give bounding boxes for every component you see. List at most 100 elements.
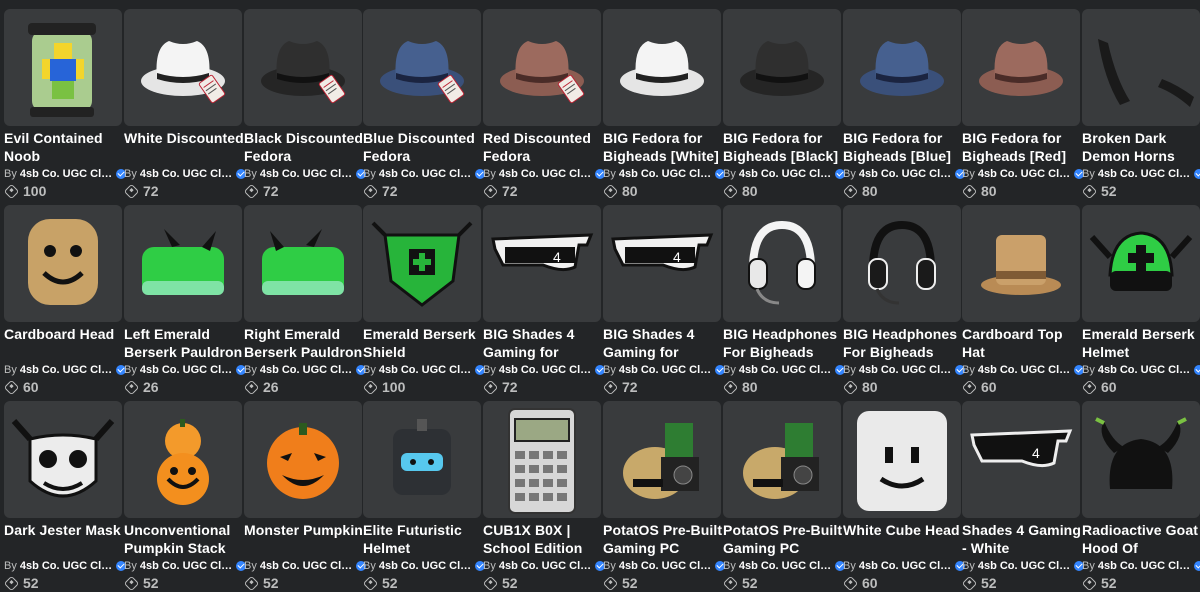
item-card[interactable]: Emerald Berserk Helmet By 4sb Co. UGC Clot… xyxy=(1081,196,1200,395)
item-thumbnail[interactable] xyxy=(4,9,122,126)
item-creator[interactable]: By4sb Co. UGC Clothing xyxy=(603,167,725,181)
item-card[interactable]: PotatOS Pre-Built Gaming PC By 4sb Co. UGC… xyxy=(722,392,845,591)
item-creator[interactable]: By4sb Co. UGC Clothing xyxy=(843,167,965,181)
item-thumbnail[interactable] xyxy=(483,9,601,126)
item-thumbnail[interactable] xyxy=(124,401,242,518)
item-creator[interactable]: By4sb Co. UGC Clothing xyxy=(124,559,246,573)
item-card[interactable]: Red Discounted Fedora By4sb Co. UGC Cloth… xyxy=(482,0,605,199)
item-creator[interactable]: By4sb Co. UGC Clothing xyxy=(363,363,485,377)
item-name[interactable]: Emerald Berserk Shield xyxy=(363,325,485,361)
item-thumbnail[interactable] xyxy=(843,205,961,322)
creator-name[interactable]: 4sb Co. UGC Clothing xyxy=(499,363,593,377)
item-creator[interactable]: By4sb Co. UGC Clothing xyxy=(1082,167,1200,181)
item-thumbnail[interactable] xyxy=(1082,401,1200,518)
creator-name[interactable]: 4sb Co. UGC Clothing xyxy=(1098,167,1192,181)
item-creator[interactable]: By4sb Co. UGC Clothing xyxy=(483,167,605,181)
item-card[interactable]: Radioactive Goat Hood Of By 4sb Co. UGC Cl… xyxy=(1081,392,1200,591)
creator-name[interactable]: 4sb Co. UGC Clothing xyxy=(859,559,953,573)
creator-name[interactable]: 4sb Co. UGC Clothing xyxy=(20,559,114,573)
item-thumbnail[interactable] xyxy=(1082,9,1200,126)
item-creator[interactable]: By4sb Co. UGC Clothing xyxy=(4,167,126,181)
item-name[interactable]: Emerald Berserk Helmet xyxy=(1082,325,1200,361)
item-card[interactable]: Emerald Berserk Shield By 4sb Co. UGC Clot… xyxy=(362,196,485,395)
item-thumbnail[interactable] xyxy=(244,9,362,126)
item-creator[interactable]: By4sb Co. UGC Clothing xyxy=(723,363,845,377)
item-creator[interactable]: By4sb Co. UGC Clothing xyxy=(603,559,725,573)
item-thumbnail[interactable] xyxy=(124,205,242,322)
creator-name[interactable]: 4sb Co. UGC Clothing xyxy=(859,363,953,377)
item-thumbnail[interactable] xyxy=(363,9,481,126)
item-name[interactable]: Right Emerald Berserk Pauldron xyxy=(244,325,366,361)
item-creator[interactable]: By4sb Co. UGC Clothing xyxy=(843,559,965,573)
item-creator[interactable]: By4sb Co. UGC Clothing xyxy=(962,167,1084,181)
item-creator[interactable]: By4sb Co. UGC Clothing xyxy=(483,363,605,377)
item-thumbnail[interactable] xyxy=(124,9,242,126)
creator-name[interactable]: 4sb Co. UGC Clothing xyxy=(619,363,713,377)
item-creator[interactable]: By4sb Co. UGC Clothing xyxy=(363,167,485,181)
item-creator[interactable]: By4sb Co. UGC Clothing xyxy=(363,559,485,573)
item-card[interactable]: BIG Fedora for Bigheads [White] By 4sb Co.… xyxy=(602,0,725,199)
item-thumbnail[interactable] xyxy=(363,205,481,322)
item-card[interactable]: Elite Futuristic Helmet By 4sb Co. UGC Clo… xyxy=(362,392,485,591)
creator-name[interactable]: 4sb Co. UGC Clothing xyxy=(20,167,114,181)
item-name[interactable]: BIG Headphones For Bigheads xyxy=(843,325,965,361)
item-creator[interactable]: By4sb Co. UGC Clothing xyxy=(483,559,605,573)
item-card[interactable]: BIG Fedora for Bigheads [Red] By 4sb Co. U… xyxy=(961,0,1084,199)
item-name[interactable]: Unconventional Pumpkin Stack xyxy=(124,521,246,557)
creator-name[interactable]: 4sb Co. UGC Clothing xyxy=(140,363,234,377)
item-name[interactable]: PotatOS Pre-Built Gaming PC xyxy=(723,521,845,557)
item-name[interactable]: BIG Shades 4 Gaming for xyxy=(603,325,725,361)
item-thumbnail[interactable] xyxy=(723,9,841,126)
item-creator[interactable]: By4sb Co. UGC Clothing xyxy=(962,559,1084,573)
creator-name[interactable]: 4sb Co. UGC Clothing xyxy=(1098,559,1192,573)
creator-name[interactable]: 4sb Co. UGC Clothing xyxy=(20,363,114,377)
item-thumbnail[interactable] xyxy=(244,205,362,322)
item-card[interactable]: Dark Jester Mask By4sb Co. UGC Clothing 52 xyxy=(3,392,126,591)
item-name[interactable]: White Discounted xyxy=(124,129,246,165)
creator-name[interactable]: 4sb Co. UGC Clothing xyxy=(140,167,234,181)
item-name[interactable]: BIG Fedora for Bigheads [Blue] xyxy=(843,129,965,165)
item-creator[interactable]: By4sb Co. UGC Clothing xyxy=(603,363,725,377)
creator-name[interactable]: 4sb Co. UGC Clothing xyxy=(260,167,354,181)
item-name[interactable]: Evil Contained Noob xyxy=(4,129,126,165)
creator-name[interactable]: 4sb Co. UGC Clothing xyxy=(739,167,833,181)
item-card[interactable]: Blue Discounted Fedora By 4sb Co. UGC Clot… xyxy=(362,0,485,199)
item-thumbnail[interactable] xyxy=(603,401,721,518)
creator-name[interactable]: 4sb Co. UGC Clothing xyxy=(379,559,473,573)
item-card[interactable]: Unconventional Pumpkin Stack By 4sb Co. UG… xyxy=(123,392,246,591)
creator-name[interactable]: 4sb Co. UGC Clothing xyxy=(499,559,593,573)
item-card[interactable]: 4 Shades 4 Gaming - White By 4sb Co. UGC Cl… xyxy=(961,392,1084,591)
item-creator[interactable]: By4sb Co. UGC Clothing xyxy=(843,363,965,377)
item-card[interactable]: White DiscountedBy4sb Co. UGC Clothing72 xyxy=(123,0,246,199)
item-name[interactable]: Cardboard Head xyxy=(4,325,126,361)
item-card[interactable]: Broken Dark Demon Horns By 4sb Co. UGC Clo… xyxy=(1081,0,1200,199)
creator-name[interactable]: 4sb Co. UGC Clothing xyxy=(1098,363,1192,377)
item-thumbnail[interactable] xyxy=(962,205,1080,322)
item-thumbnail[interactable] xyxy=(1082,205,1200,322)
item-name[interactable]: Blue Discounted Fedora xyxy=(363,129,485,165)
item-card[interactable]: BIG Fedora for Bigheads [Black] By 4sb Co.… xyxy=(722,0,845,199)
creator-name[interactable]: 4sb Co. UGC Clothing xyxy=(978,559,1072,573)
item-card[interactable]: Left Emerald Berserk Pauldron By 4sb Co. U… xyxy=(123,196,246,395)
item-card[interactable]: Evil Contained Noob By4sb Co. UGC Clothin… xyxy=(3,0,126,199)
item-creator[interactable]: By4sb Co. UGC Clothing xyxy=(962,363,1084,377)
creator-name[interactable]: 4sb Co. UGC Clothing xyxy=(140,559,234,573)
item-thumbnail[interactable] xyxy=(723,401,841,518)
item-thumbnail[interactable] xyxy=(723,205,841,322)
item-creator[interactable]: By4sb Co. UGC Clothing xyxy=(244,559,366,573)
item-name[interactable]: White Cube Head xyxy=(843,521,965,557)
item-card[interactable]: Cardboard HeadBy4sb Co. UGC Clothing60 xyxy=(3,196,126,395)
item-thumbnail[interactable] xyxy=(363,401,481,518)
creator-name[interactable]: 4sb Co. UGC Clothing xyxy=(739,363,833,377)
item-card[interactable]: White Cube Head By4sb Co. UGC Clothing 60 xyxy=(842,392,965,591)
item-thumbnail[interactable] xyxy=(483,401,601,518)
item-thumbnail[interactable] xyxy=(843,9,961,126)
creator-name[interactable]: 4sb Co. UGC Clothing xyxy=(379,167,473,181)
item-card[interactable]: CUB1X B0X | School Edition By 4sb Co. UGC … xyxy=(482,392,605,591)
item-name[interactable]: Elite Futuristic Helmet xyxy=(363,521,485,557)
item-name[interactable]: BIG Fedora for Bigheads [Black] xyxy=(723,129,845,165)
creator-name[interactable]: 4sb Co. UGC Clothing xyxy=(619,559,713,573)
creator-name[interactable]: 4sb Co. UGC Clothing xyxy=(859,167,953,181)
item-thumbnail[interactable] xyxy=(244,401,362,518)
creator-name[interactable]: 4sb Co. UGC Clothing xyxy=(499,167,593,181)
